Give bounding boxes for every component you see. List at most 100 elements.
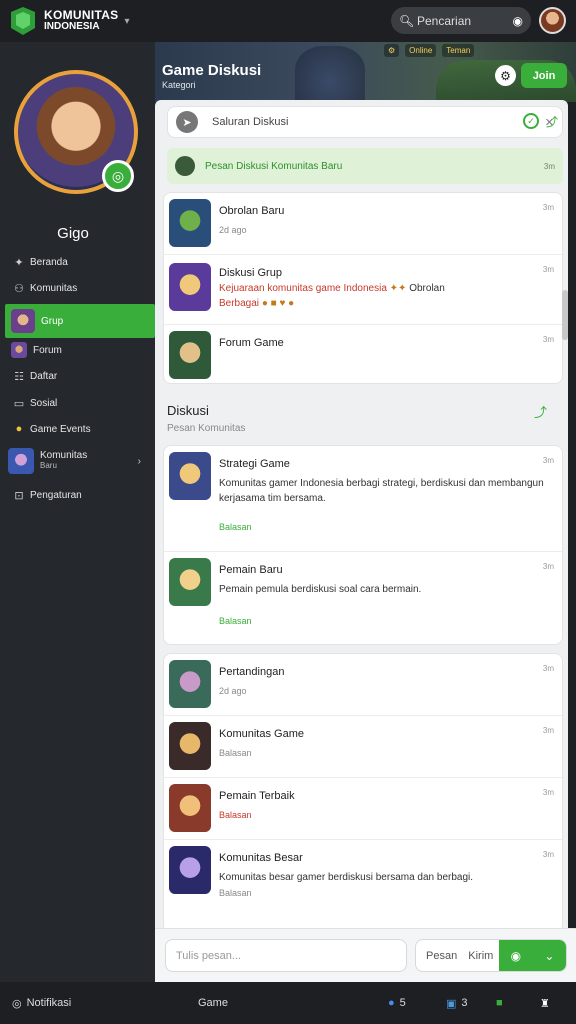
list-item[interactable]: Pemain Baru Pemain pemula berdiskusi soa… [164,552,562,644]
sidebar-item-events[interactable]: ● Game Events [8,416,153,442]
avatar [169,722,211,770]
search-icon: 🔍︎ [399,13,415,28]
gift-icon: ▣ [446,997,457,1010]
message-time: 3m [542,850,554,859]
split-label: Pesan Kirim [416,950,499,962]
search-box[interactable]: 🔍︎ Pencarian ◉ [391,7,531,34]
stat-badge: Online [405,44,437,57]
scrollbar[interactable] [562,290,568,340]
message-group: Obrolan Baru 2d ago 3m Diskusi Grup Keju… [163,192,563,384]
bottom-status-2[interactable]: ▣ 3 [446,997,468,1010]
sidebar-item-home[interactable]: ✦ Beranda [8,249,153,275]
split-label-text: Pesan [426,949,458,962]
profile-button[interactable]: ♜ [540,997,550,1010]
sidebar: ◎ Gigo ✦ Beranda ⚇ Komunitas Grup Forum … [0,42,155,982]
message-body: Kejuaraan komunitas game Indonesia ✦✦ Ob… [219,281,549,311]
sparkle-icon: ✦ [14,256,24,269]
group-thumbnail [11,309,35,333]
list-item[interactable]: Pertandingan 2d ago 3m [164,654,562,716]
logo-icon[interactable] [8,6,38,36]
bottom-left-label: Notifikasi [26,997,72,1009]
message-text: Obrolan [409,283,445,294]
emoji-icon: ✦✦ [389,283,407,294]
reply-link[interactable]: Balasan [219,616,252,626]
link-icon[interactable]: ⤴ [534,402,547,421]
avatar [169,331,211,379]
avatar [169,846,211,894]
send-split-button[interactable]: Pesan Kirim ◉ ⌄ [415,939,567,972]
avatar [169,199,211,247]
bell-icon: ◎ [12,997,22,1010]
check-icon[interactable]: ✓ [523,113,539,129]
forum-thumbnail [11,342,27,358]
logo-text[interactable]: KOMUNITAS INDONESIA [44,8,119,32]
message-input[interactable]: Tulis pesan... [165,939,407,972]
window-icon: ▭ [13,397,25,410]
avatar [169,558,211,606]
logo-line2: INDONESIA [44,21,100,32]
sidebar-item-new-community[interactable]: Komunitas Baru › [8,444,153,478]
chevron-down-icon[interactable]: ▾ [124,16,129,27]
username: Gigo [57,225,89,242]
share-icon[interactable]: ⤴ [546,113,558,130]
chat-button[interactable]: ■ [496,997,503,1009]
sidebar-item-settings[interactable]: ⊡ Pengaturan [8,482,153,508]
message-text-highlight: Berbagai [219,298,260,309]
message-time: 3m [542,664,554,673]
join-button[interactable]: Join [521,63,567,88]
message-author: Diskusi Grup [219,267,282,279]
message-author: Pemain Terbaik [219,790,295,802]
list-item[interactable]: Komunitas Game Balasan 3m [164,716,562,778]
sidebar-item-group[interactable]: Grup [5,304,155,338]
sidebar-item-label: Grup [41,315,64,327]
camera-icon[interactable]: ◉ [513,14,523,28]
message-meta: 2d ago [219,225,247,235]
sidebar-item-label: Beranda [30,256,68,268]
pinned-time: 3m [543,161,555,171]
user-avatar[interactable] [539,7,566,34]
sidebar-item-label: Daftar [30,370,58,382]
sidebar-item-sublabel: Baru [40,461,57,470]
notifications-button[interactable]: ◎ Notifikasi [12,997,71,1010]
list-item[interactable]: Diskusi Grup Kejuaraan komunitas game In… [164,255,562,325]
channel-title: Game Diskusi [162,62,262,79]
avatar [169,784,211,832]
send-button[interactable]: ◉ ⌄ [498,940,566,971]
list-item[interactable]: Forum Game 3m [164,325,562,387]
channel-search[interactable]: ➤ Saluran Diskusi ✕ [167,106,563,138]
pinned-message[interactable]: Pesan Diskusi Komunitas Baru 3m [167,148,563,184]
settings-button[interactable]: ⚙ [495,65,516,86]
logo-line1: KOMUNITAS [44,8,119,22]
list-item[interactable]: Obrolan Baru 2d ago 3m [164,193,562,255]
stat-badge: ⚙ [384,44,400,57]
game-tab[interactable]: Game [198,997,228,1009]
list-item[interactable]: Komunitas Besar Komunitas besar gamer be… [164,840,562,932]
split-label-text2: Kirim [468,949,494,962]
message-placeholder: Tulis pesan... [176,949,242,962]
message-time: 3m [542,456,554,465]
message-time: 3m [542,788,554,797]
avatar [169,452,211,500]
reply-link[interactable]: Balasan [219,522,252,532]
bottom-count-1: 5 [399,997,406,1009]
list-item[interactable]: Strategi Game Komunitas gamer Indonesia … [164,446,562,552]
sidebar-item-community[interactable]: ⚇ Komunitas [8,275,153,301]
message-body: Komunitas gamer Indonesia berbagi strate… [219,478,544,504]
message-composer: Tulis pesan... Pesan Kirim ◉ ⌄ [155,928,576,982]
sidebar-item-text: Komunitas Baru [40,451,87,471]
section-title: Diskusi [167,403,209,418]
avatar [169,263,211,311]
community-thumbnail [8,448,34,474]
banner-art [295,46,365,102]
channel-subtitle: Kategori [162,80,196,90]
sidebar-item-social[interactable]: ▭ Sosial [8,390,153,416]
message-time: 3m [542,562,554,571]
sidebar-item-forum[interactable]: Forum [8,337,153,363]
sidebar-item-list[interactable]: ☷ Daftar [8,363,153,389]
message-group: Pertandingan 2d ago 3m Komunitas Game Ba… [163,653,563,933]
person-icon: ♜ [540,997,550,1010]
list-item[interactable]: Pemain Terbaik Balasan 3m [164,778,562,840]
sidebar-item-label: Komunitas [40,450,88,461]
bottom-status-1[interactable]: ● 5 [388,997,406,1009]
message-meta: Balasan [219,748,252,758]
